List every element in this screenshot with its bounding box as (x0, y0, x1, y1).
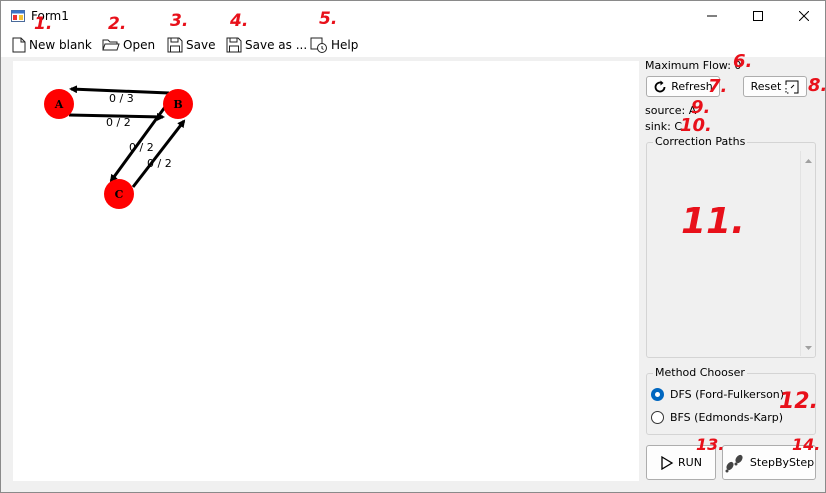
main-window: Form1 New blank Open Save Save as ... He… (0, 0, 826, 493)
reset-label: Reset (750, 80, 782, 93)
help-icon (310, 37, 327, 53)
close-button[interactable] (781, 1, 826, 31)
save-icon (167, 37, 183, 53)
run-label: RUN (678, 456, 702, 469)
save-as-icon (226, 37, 242, 53)
bfs-radio[interactable] (651, 411, 664, 424)
save-label: Save (186, 38, 216, 52)
dfs-radio-label: DFS (Ford-Fulkerson) (670, 388, 785, 401)
refresh-label: Refresh (671, 80, 713, 93)
step-by-step-label: StepByStep (749, 456, 815, 469)
toolbar: New blank Open Save Save as ... Help (1, 31, 825, 57)
minimize-button[interactable] (689, 1, 735, 31)
scroll-down-icon[interactable] (801, 342, 816, 354)
svg-text:C: C (115, 188, 124, 201)
scroll-up-icon[interactable] (801, 155, 816, 167)
graph-node[interactable]: A (44, 89, 74, 119)
app-icon (11, 10, 25, 22)
annotation-number: 2. (108, 14, 127, 34)
graph-canvas[interactable]: 0 / 3 0 / 2 0 / 2 0 / 2 A B C (13, 61, 639, 481)
correction-paths-title: Correction Paths (653, 135, 748, 148)
edge-label: 0 / 3 (109, 92, 134, 105)
annotation-number: 6. (733, 51, 753, 72)
annotation-number: 7. (708, 76, 728, 97)
correction-paths-scrollbar[interactable] (800, 151, 815, 356)
annotation-number: 8. (808, 75, 826, 96)
annotation-number: 13. (696, 435, 725, 454)
annotation-number: 1. (34, 14, 53, 34)
graph-node[interactable]: B (163, 89, 193, 119)
annotation-number: 3. (170, 11, 189, 31)
method-chooser-title: Method Chooser (653, 366, 747, 379)
dfs-radio-option[interactable]: DFS (Ford-Fulkerson) (651, 388, 784, 401)
footsteps-icon (725, 454, 743, 472)
save-button[interactable]: Save (167, 35, 215, 55)
bfs-radio-option[interactable]: BFS (Edmonds-Karp) (651, 411, 783, 424)
new-blank-label: New blank (29, 38, 92, 52)
reset-button[interactable]: Reset (743, 76, 807, 97)
new-blank-button[interactable]: New blank (12, 35, 92, 55)
new-file-icon (12, 37, 26, 53)
correction-paths-group: Correction Paths (646, 135, 816, 358)
annotation-number: 10. (680, 115, 712, 136)
open-label: Open (123, 38, 156, 52)
annotation-number: 11. (681, 201, 745, 242)
graph-drawing: 0 / 3 0 / 2 0 / 2 0 / 2 A B C (44, 85, 193, 209)
sink-label: sink: C (645, 120, 683, 133)
reset-icon (785, 80, 799, 93)
play-icon (661, 455, 674, 470)
edge-label: 0 / 2 (106, 116, 131, 129)
help-button[interactable]: Help (310, 35, 358, 55)
annotation-number: 12. (779, 389, 818, 414)
open-folder-icon (102, 39, 120, 51)
refresh-icon (654, 80, 666, 92)
correction-paths-list[interactable] (648, 151, 815, 356)
max-flow-label: Maximum Flow: 0 (645, 59, 742, 72)
graph-node[interactable]: C (104, 179, 134, 209)
edge-label: 0 / 2 (129, 141, 154, 154)
annotation-number: 5. (319, 9, 338, 29)
edge-label: 0 / 2 (147, 157, 172, 170)
dfs-radio[interactable] (651, 388, 664, 401)
annotation-number: 4. (230, 11, 249, 31)
maximize-button[interactable] (735, 1, 781, 31)
close-icon (799, 11, 809, 21)
minimize-icon (707, 15, 717, 17)
save-as-label: Save as ... (245, 38, 308, 52)
annotation-number: 14. (792, 435, 821, 454)
svg-text:A: A (54, 98, 64, 111)
svg-text:B: B (173, 98, 182, 111)
maximize-icon (753, 11, 763, 21)
bfs-radio-label: BFS (Edmonds-Karp) (670, 411, 784, 424)
save-as-button[interactable]: Save as ... (226, 35, 307, 55)
help-label: Help (331, 38, 359, 52)
edge-c-to-b[interactable] (131, 119, 186, 188)
open-button[interactable]: Open (102, 35, 155, 55)
